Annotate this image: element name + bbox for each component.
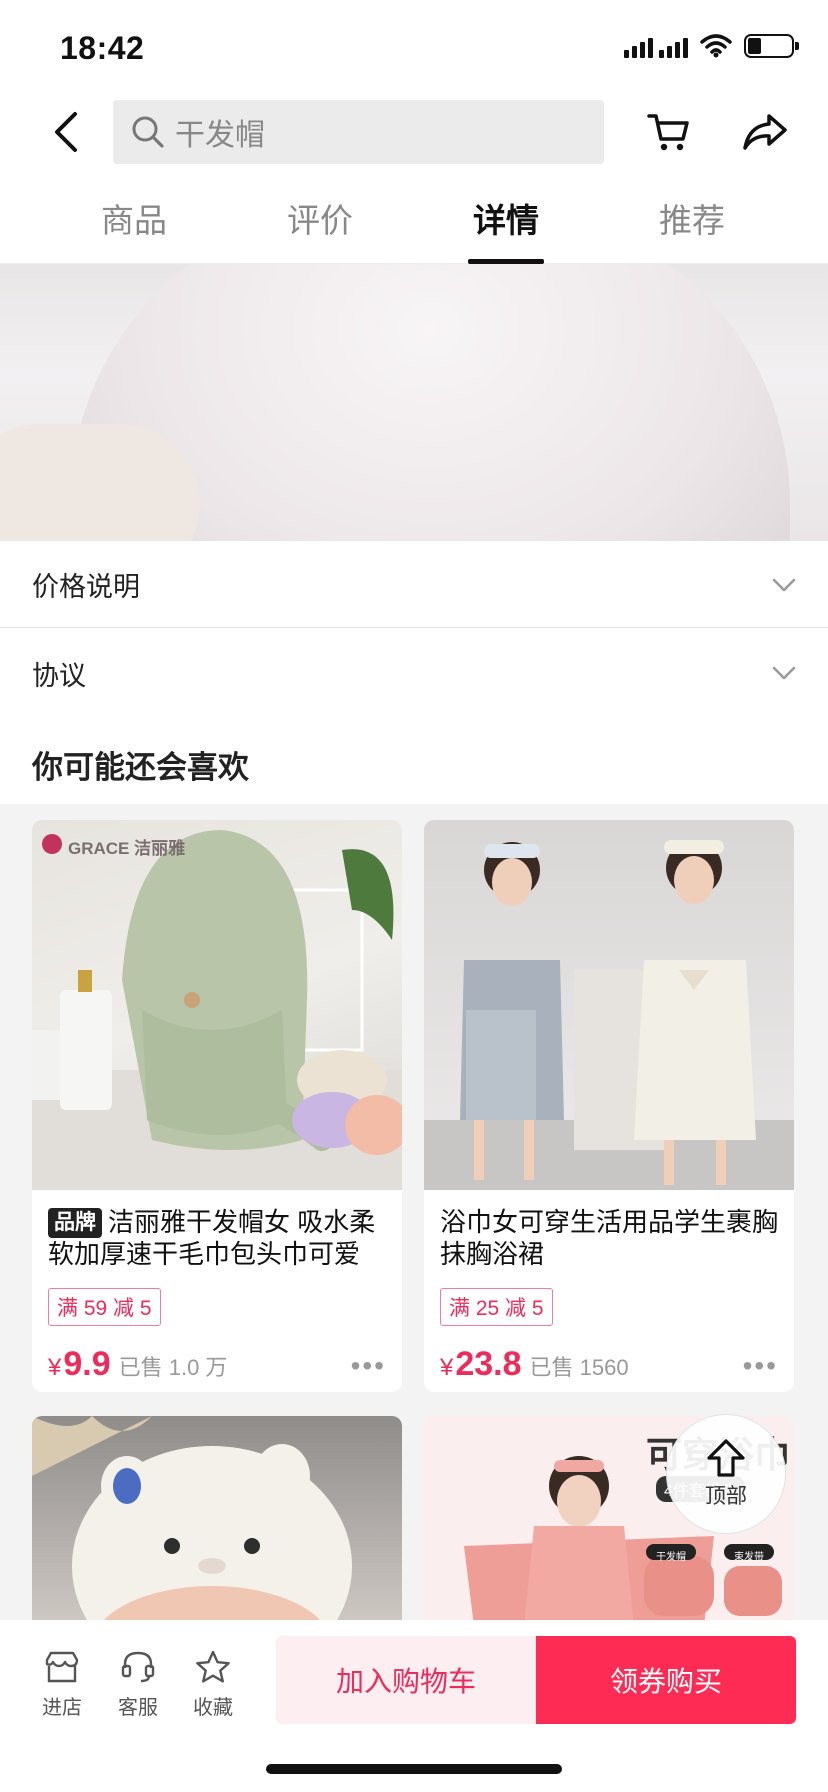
tab-product[interactable]: 商品	[41, 186, 227, 264]
tab-bar: 商品 评价 详情 推荐	[0, 186, 828, 264]
sold-count: 已售 1560	[529, 1355, 629, 1380]
headset-icon	[121, 1651, 155, 1683]
product-card[interactable]: 浴巾女可穿生活用品学生裹胸抹胸浴裙 满 25 减 5 ¥ 23.8 已售 156…	[424, 820, 794, 1392]
chevron-down-icon	[772, 578, 796, 591]
recommend-title: 你可能还会喜欢	[32, 750, 249, 785]
service-button[interactable]: 客服	[103, 1650, 173, 1720]
add-to-cart-button[interactable]: 加入购物车	[276, 1636, 536, 1724]
product-image-art	[32, 830, 402, 1190]
brand-badge: 品牌	[48, 1208, 102, 1238]
product-title-container: 品牌 洁丽雅干发帽女 吸水柔软加厚速干毛巾包头巾可爱	[32, 1190, 402, 1274]
product-image	[32, 1416, 402, 1626]
cart-button[interactable]	[644, 108, 692, 156]
status-bar: 18:42	[0, 0, 828, 96]
price-row: ¥ 9.9 已售 1.0 万 •••	[48, 1345, 386, 1384]
image-tag: 干发帽	[656, 1552, 686, 1563]
product-image-art	[32, 1416, 352, 1626]
product-title: 浴巾女可穿生活用品学生裹胸抹胸浴裙	[440, 1207, 779, 1269]
arrow-up-icon	[707, 1439, 745, 1477]
wifi-icon	[700, 34, 732, 58]
share-icon	[743, 114, 787, 150]
sold-count: 已售 1.0 万	[118, 1355, 228, 1380]
status-icons	[624, 34, 799, 58]
more-options-icon[interactable]: •••	[351, 1350, 386, 1382]
tab-reviews[interactable]: 评价	[227, 186, 413, 264]
price-value: 23.8	[455, 1345, 522, 1383]
shop-icon	[45, 1651, 79, 1683]
chevron-down-icon	[772, 666, 796, 680]
chevron-left-icon	[55, 112, 77, 152]
scroll-top-button[interactable]: 顶部	[666, 1414, 786, 1534]
back-button[interactable]	[42, 108, 90, 156]
favorite-button[interactable]: 收藏	[178, 1650, 248, 1720]
agreement-row[interactable]: 协议	[0, 630, 828, 716]
product-image	[424, 820, 794, 1190]
price-info-row[interactable]: 价格说明	[0, 542, 828, 628]
shop-label: 进店	[42, 1697, 82, 1719]
price-row: ¥ 23.8 已售 1560 •••	[440, 1345, 778, 1384]
price-value: 9.9	[63, 1345, 111, 1383]
product-card[interactable]	[32, 1416, 402, 1626]
product-image: GRACE 洁丽雅	[32, 820, 402, 1190]
search-text: 干发帽	[175, 119, 265, 152]
search-icon	[132, 116, 164, 148]
more-options-icon[interactable]: •••	[743, 1350, 778, 1382]
price-symbol: ¥	[440, 1354, 454, 1381]
share-button[interactable]	[738, 108, 792, 156]
image-tag: 束发带	[734, 1552, 764, 1563]
buy-with-coupon-button[interactable]: 领券购买	[536, 1636, 796, 1724]
product-image-brand: GRACE 洁丽雅	[68, 839, 186, 858]
battery-icon	[744, 34, 799, 58]
favorite-label: 收藏	[193, 1697, 233, 1719]
product-card[interactable]: GRACE 洁丽雅 品牌 洁丽雅干发帽女 吸水柔软加厚速干毛巾包头巾可爱 满 59…	[32, 820, 402, 1392]
product-image-art	[424, 840, 794, 1190]
agreement-label: 协议	[32, 660, 86, 691]
tab-details[interactable]: 详情	[413, 186, 599, 264]
search-input[interactable]: 干发帽	[113, 100, 604, 164]
detail-image	[0, 264, 828, 541]
status-time: 18:42	[60, 30, 145, 66]
scroll-top-label: 顶部	[705, 1485, 747, 1508]
tab-recommend[interactable]: 推荐	[599, 186, 785, 264]
service-label: 客服	[118, 1697, 158, 1719]
shop-button[interactable]: 进店	[27, 1650, 97, 1720]
coupon-badge: 满 25 减 5	[440, 1288, 553, 1326]
home-indicator	[266, 1764, 562, 1774]
signal-icon	[624, 34, 688, 58]
price-symbol: ¥	[48, 1354, 62, 1381]
price-info-label: 价格说明	[32, 572, 140, 602]
coupon-badge: 满 59 减 5	[48, 1288, 161, 1326]
cart-icon	[647, 114, 689, 151]
top-nav: 干发帽	[0, 96, 828, 168]
star-icon	[196, 1650, 230, 1683]
detail-image-shoulder	[0, 424, 200, 541]
